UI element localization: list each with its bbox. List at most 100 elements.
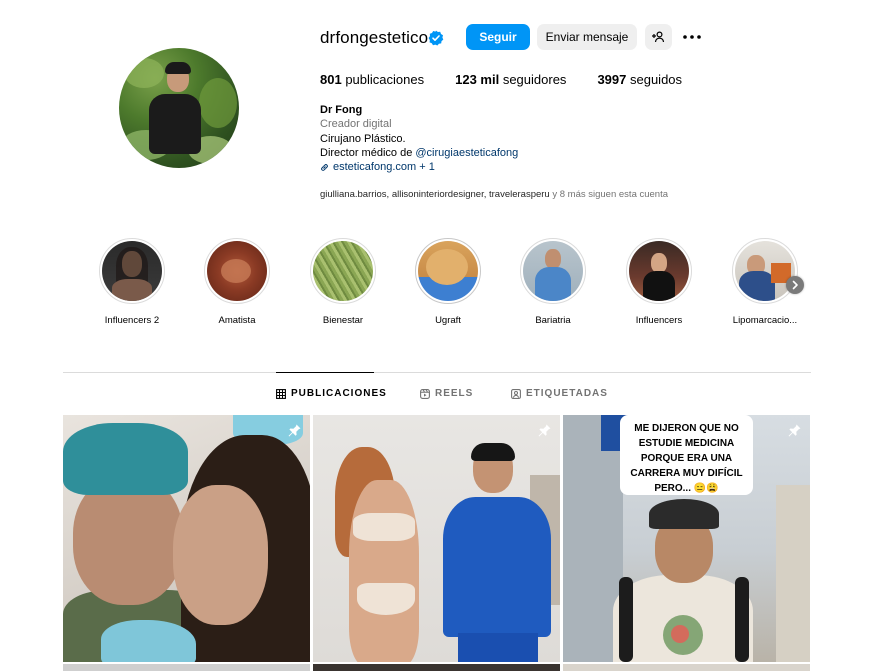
post-image-detail — [63, 423, 188, 495]
highlight-cover — [102, 241, 162, 301]
following-count: 3997 — [597, 72, 627, 87]
posts-count: 801 — [320, 72, 342, 87]
highlights-next-button[interactable] — [786, 276, 804, 294]
profile-category: Creador digital — [320, 118, 392, 130]
caption-line: ME DIJERON QUE NO — [634, 423, 739, 434]
pin-icon — [288, 424, 301, 437]
highlight-cover — [629, 241, 689, 301]
post-image-detail — [357, 583, 415, 615]
following-label: seguidos — [629, 72, 683, 87]
highlight-cover — [313, 241, 373, 301]
tab-tagged[interactable]: ETIQUETADAS — [511, 388, 608, 399]
post-image-detail — [649, 499, 719, 529]
highlight-ring — [204, 238, 270, 304]
highlight-ring — [99, 238, 165, 304]
profile-avatar[interactable] — [119, 48, 239, 168]
post-image-detail — [619, 577, 633, 662]
highlight-label: Ugraft — [435, 315, 461, 326]
profile-full-name: Dr Fong — [320, 104, 363, 116]
highlight-label: Influencers 2 — [104, 315, 160, 326]
post-image-detail — [443, 497, 551, 637]
story-highlight[interactable]: Ugraft — [403, 238, 493, 326]
highlight-ring — [310, 238, 376, 304]
highlight-ring — [732, 238, 798, 304]
verified-badge-icon — [428, 30, 444, 46]
tab-label: ETIQUETADAS — [526, 388, 608, 399]
tab-label: PUBLICACIONES — [291, 388, 387, 399]
highlight-cover — [418, 241, 478, 301]
post-image-detail — [776, 485, 810, 662]
website-link-text: esteticafong.com + 1 — [333, 161, 435, 173]
avatar-person-hair — [165, 62, 191, 74]
avatar-person-body — [149, 94, 201, 154]
send-message-button[interactable]: Enviar mensaje — [537, 24, 637, 50]
post-thumbnail[interactable] — [63, 664, 310, 671]
post-caption-text: ME DIJERON QUE NO ESTUDIE MEDICINA PORQU… — [620, 421, 753, 496]
pin-icon — [788, 424, 801, 437]
add-user-icon — [652, 31, 665, 43]
story-highlight[interactable]: Influencers 2 — [87, 238, 177, 326]
suggested-accounts-button[interactable] — [645, 24, 672, 50]
followed-by-suffix: y 8 más siguen esta cuenta — [549, 189, 669, 200]
post-thumbnail[interactable] — [313, 415, 560, 662]
caption-line: PORQUE ERA UNA — [640, 453, 733, 464]
post-thumbnail[interactable] — [313, 664, 560, 671]
highlight-label: Influencers — [635, 315, 683, 326]
highlight-ring — [415, 238, 481, 304]
highlight-label: Bariatria — [535, 315, 571, 326]
bio-line: Director médico de @cirugiaesteticafong — [320, 147, 518, 159]
posts-stat: 801 publicaciones — [320, 72, 424, 87]
post-image-detail — [349, 480, 419, 662]
post-image-detail — [671, 625, 689, 643]
caption-line: ESTUDIE MEDICINA — [638, 438, 735, 449]
bio-line: Cirujano Plástico. — [320, 133, 406, 145]
followed-by-names: giulliana.barrios, allisoninteriordesign… — [320, 189, 550, 200]
posts-label: publicaciones — [345, 72, 425, 87]
grid-icon — [276, 388, 286, 399]
tabs-divider — [63, 372, 811, 373]
avatar-foliage — [199, 78, 237, 128]
highlight-label: Bienestar — [322, 315, 364, 326]
post-thumbnail[interactable]: ME DIJERON QUE NO ESTUDIE MEDICINA PORQU… — [563, 415, 810, 662]
story-highlight[interactable]: Bariatria — [508, 238, 598, 326]
post-thumbnail[interactable] — [563, 664, 810, 671]
story-highlight[interactable]: Amatista — [192, 238, 282, 326]
tagged-icon — [511, 388, 521, 399]
profile-website-link[interactable]: esteticafong.com + 1 — [320, 161, 435, 173]
post-image-detail — [173, 485, 268, 625]
post-image-detail — [458, 633, 538, 662]
post-image-detail — [735, 577, 749, 662]
highlight-ring — [520, 238, 586, 304]
post-image-detail — [471, 443, 515, 461]
followed-by-text[interactable]: giulliana.barrios, allisoninteriordesign… — [320, 189, 668, 200]
followers-count: 123 mil — [455, 72, 500, 87]
profile-stats: 801 publicaciones 123 mil seguidores 399… — [320, 72, 713, 87]
more-options-icon — [683, 35, 701, 39]
highlight-cover — [523, 241, 583, 301]
tab-label: REELS — [435, 388, 474, 399]
follow-button[interactable]: Seguir — [466, 24, 530, 50]
bio-text: Director médico de — [320, 147, 416, 159]
bio-mention-link[interactable]: @cirugiaesteticafong — [415, 147, 518, 159]
chevron-right-icon — [792, 280, 798, 290]
highlight-label: Amatista — [218, 315, 256, 326]
reels-icon — [420, 388, 430, 399]
post-image-detail — [353, 513, 415, 541]
highlight-cover — [207, 241, 267, 301]
caption-line: CARRERA MUY DIFÍCIL — [630, 468, 743, 479]
post-thumbnail[interactable] — [63, 415, 310, 662]
following-stat[interactable]: 3997 seguidos — [597, 72, 682, 87]
followers-stat[interactable]: 123 mil seguidores — [455, 72, 566, 87]
story-highlight[interactable]: Influencers — [614, 238, 704, 326]
profile-username: drfongestetico — [320, 28, 429, 47]
tab-reels[interactable]: REELS — [420, 388, 473, 399]
tab-posts[interactable]: PUBLICACIONES — [276, 388, 387, 399]
story-highlight[interactable]: Bienestar — [298, 238, 388, 326]
pin-icon — [538, 424, 551, 437]
active-tab-indicator — [276, 372, 374, 373]
highlight-ring — [626, 238, 692, 304]
highlight-label: Lipomarcacio... — [732, 315, 798, 326]
highlight-cover — [735, 241, 795, 301]
avatar-foliage — [124, 58, 164, 88]
more-options-button[interactable] — [682, 28, 702, 46]
